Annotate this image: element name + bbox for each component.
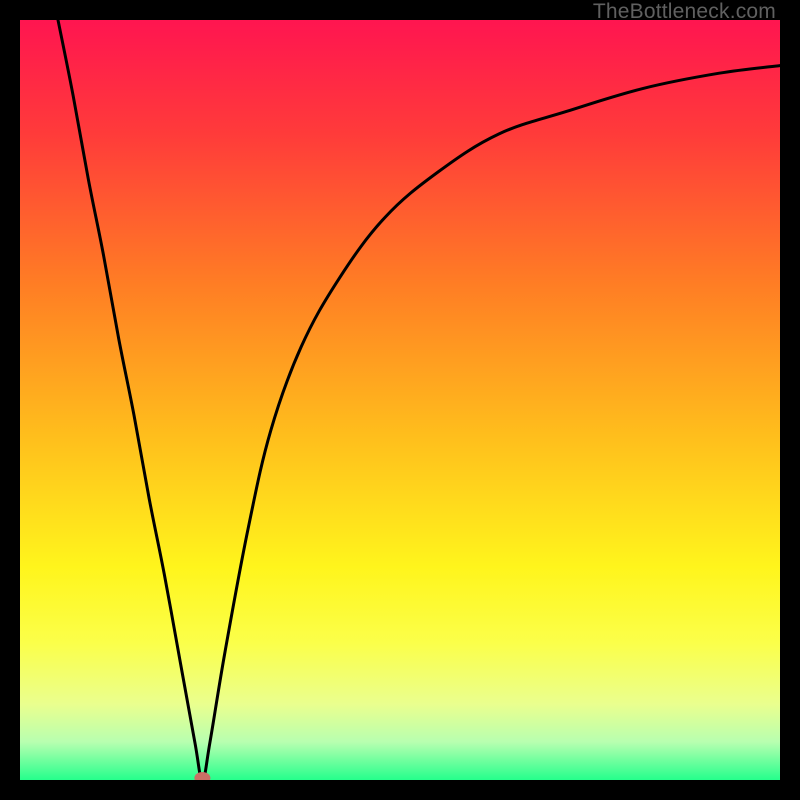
bottleneck-chart <box>20 20 780 780</box>
gradient-background <box>20 20 780 780</box>
chart-frame <box>20 20 780 780</box>
